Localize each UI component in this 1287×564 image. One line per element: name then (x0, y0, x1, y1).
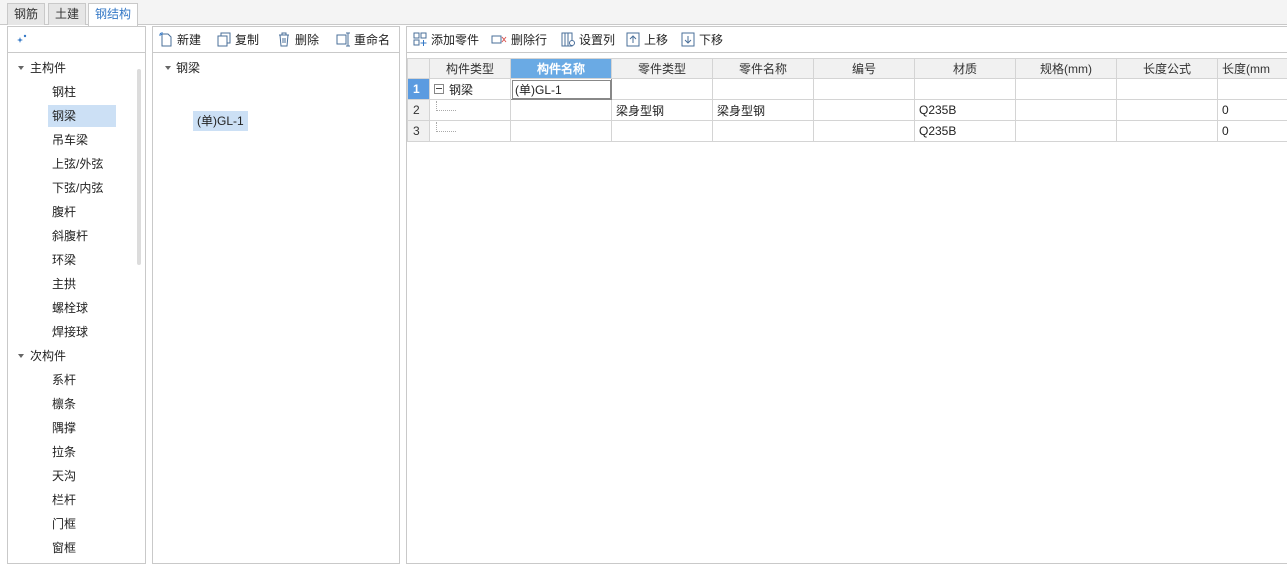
cell-component-name[interactable]: (单)GL-1 (510, 78, 612, 100)
category-item[interactable]: 上弦/外弦 (48, 153, 107, 175)
cell-part-type[interactable] (611, 78, 713, 100)
parts-grid: 构件类型 构件名称 零件类型 零件名称 编号 材质 规格(mm) 长度公式 长度… (407, 58, 1287, 142)
cell-length-formula[interactable] (1116, 99, 1218, 121)
cell-material[interactable] (914, 78, 1016, 100)
table-row[interactable]: 2 梁身型钢 梁身型钢 Q235B 0 (407, 99, 1287, 121)
component-toolbar: 新建 复制 删除 重命名 (153, 27, 399, 53)
category-item[interactable]: 钢梁 (48, 105, 116, 127)
row-number[interactable]: 1 (407, 78, 430, 100)
module-tab-bar: 钢筋 土建 钢结构 (0, 0, 1287, 26)
parts-toolbar: 添加零件 删除行 设置列 上移 下移 (407, 27, 1287, 53)
cell-material[interactable]: Q235B (914, 120, 1016, 142)
column-header[interactable]: 长度(mm (1217, 58, 1287, 79)
category-item[interactable]: 螺栓球 (48, 297, 92, 319)
component-item-gl-1[interactable]: (单)GL-1 (193, 111, 248, 131)
category-item[interactable]: 钢柱 (48, 81, 80, 103)
cell-code[interactable] (813, 120, 915, 142)
tab-civil[interactable]: 土建 (48, 3, 87, 25)
row-number[interactable]: 2 (407, 99, 430, 121)
category-item[interactable]: 檩条 (48, 393, 80, 415)
category-item[interactable]: 隅撑 (48, 417, 80, 439)
cell-code[interactable] (813, 99, 915, 121)
column-header[interactable]: 零件类型 (611, 58, 713, 79)
component-tree: 钢梁 (单)GL-1 (153, 54, 399, 563)
column-header[interactable]: 零件名称 (712, 58, 814, 79)
cell-component-name[interactable] (510, 99, 612, 121)
copy-icon (217, 32, 231, 47)
category-item[interactable]: 门框 (48, 513, 80, 535)
row-number-header (407, 58, 430, 79)
category-item[interactable]: 环梁 (48, 249, 80, 271)
cell-spec[interactable] (1015, 120, 1117, 142)
cell-length[interactable]: 0 (1217, 120, 1287, 142)
tree-connector (436, 101, 456, 111)
columns-icon (561, 32, 575, 47)
cell-length[interactable] (1217, 78, 1287, 100)
cell-component-type[interactable] (429, 99, 511, 121)
category-item[interactable]: 窗框 (48, 537, 80, 559)
cell-length-formula[interactable] (1116, 78, 1218, 100)
cell-part-type[interactable] (611, 120, 713, 142)
collapse-arrow-icon[interactable] (165, 65, 171, 70)
cell-component-type[interactable] (429, 120, 511, 142)
category-item[interactable]: 主拱 (48, 273, 80, 295)
tab-rebar[interactable]: 钢筋 (7, 3, 46, 25)
new-icon (159, 32, 172, 47)
category-item[interactable]: 焊接球 (48, 321, 92, 343)
collapse-arrow-icon[interactable] (18, 353, 24, 358)
cell-spec[interactable] (1015, 78, 1117, 100)
component-list-panel: 新建 复制 删除 重命名 钢梁 (单)GL-1 (152, 26, 400, 564)
category-item[interactable]: 腹杆 (48, 201, 80, 223)
cell-length-formula[interactable] (1116, 120, 1218, 142)
category-item[interactable]: 吊车梁 (48, 129, 92, 151)
tree-connector (436, 122, 456, 132)
column-header[interactable]: 长度公式 (1116, 58, 1218, 79)
row-number[interactable]: 3 (407, 120, 430, 142)
column-header[interactable]: 材质 (914, 58, 1016, 79)
component-category-panel: 主构件 钢柱 钢梁 吊车梁 上弦/外弦 下弦/内弦 腹杆 斜腹杆 环梁 主拱 螺栓球 焊接球 次构件 系杆… (7, 26, 146, 564)
cell-part-name[interactable] (712, 120, 814, 142)
category-item[interactable]: 斜腹杆 (48, 225, 92, 247)
cell-length[interactable]: 0 (1217, 99, 1287, 121)
category-item[interactable]: 天沟 (48, 465, 80, 487)
cell-part-type[interactable]: 梁身型钢 (611, 99, 713, 121)
cell-material[interactable]: Q235B (914, 99, 1016, 121)
cell-part-name[interactable]: 梁身型钢 (712, 99, 814, 121)
cell-component-name[interactable] (510, 120, 612, 142)
category-tree: 主构件 钢柱 钢梁 吊车梁 上弦/外弦 下弦/内弦 腹杆 斜腹杆 环梁 主拱 螺栓球 焊接球 次构件 系杆… (8, 54, 145, 563)
cell-part-name[interactable] (712, 78, 814, 100)
category-item[interactable]: 拉条 (48, 441, 80, 463)
category-group[interactable]: 主构件 (18, 56, 66, 80)
category-item[interactable]: 系杆 (48, 369, 80, 391)
arrow-down-icon (681, 32, 695, 47)
grid-header-row: 构件类型 构件名称 零件类型 零件名称 编号 材质 规格(mm) 长度公式 长度… (407, 58, 1287, 79)
cell-component-type[interactable]: 钢梁 (429, 78, 511, 100)
delete-row-icon (491, 35, 507, 44)
column-header[interactable]: 编号 (813, 58, 915, 79)
rename-icon (336, 32, 350, 47)
category-scrollbar[interactable] (137, 69, 141, 265)
cell-spec[interactable] (1015, 99, 1117, 121)
collapse-arrow-icon[interactable] (18, 65, 24, 70)
add-part-icon (413, 32, 427, 46)
column-header[interactable]: 规格(mm) (1015, 58, 1117, 79)
collapse-icon[interactable] (434, 84, 444, 95)
category-item[interactable]: 下弦/内弦 (48, 177, 107, 199)
column-header[interactable]: 构件名称 (510, 58, 612, 79)
tab-steel-structure[interactable]: 钢结构 (88, 3, 139, 26)
cell-code[interactable] (813, 78, 915, 100)
category-toolbar (8, 27, 145, 53)
column-header[interactable]: 构件类型 (429, 58, 511, 79)
category-group[interactable]: 次构件 (18, 344, 66, 368)
table-row[interactable]: 1 钢梁 (单)GL-1 (407, 78, 1287, 100)
arrow-up-icon (626, 32, 640, 47)
parts-panel: 添加零件 删除行 设置列 上移 下移 构件类型 构件名称 零件类型 零件名称 编… (406, 26, 1287, 564)
category-item[interactable]: 栏杆 (48, 489, 80, 511)
trash-icon (279, 32, 289, 47)
component-group-steel-beam[interactable]: 钢梁 (165, 58, 200, 78)
table-row[interactable]: 3 Q235B 0 (407, 120, 1287, 142)
